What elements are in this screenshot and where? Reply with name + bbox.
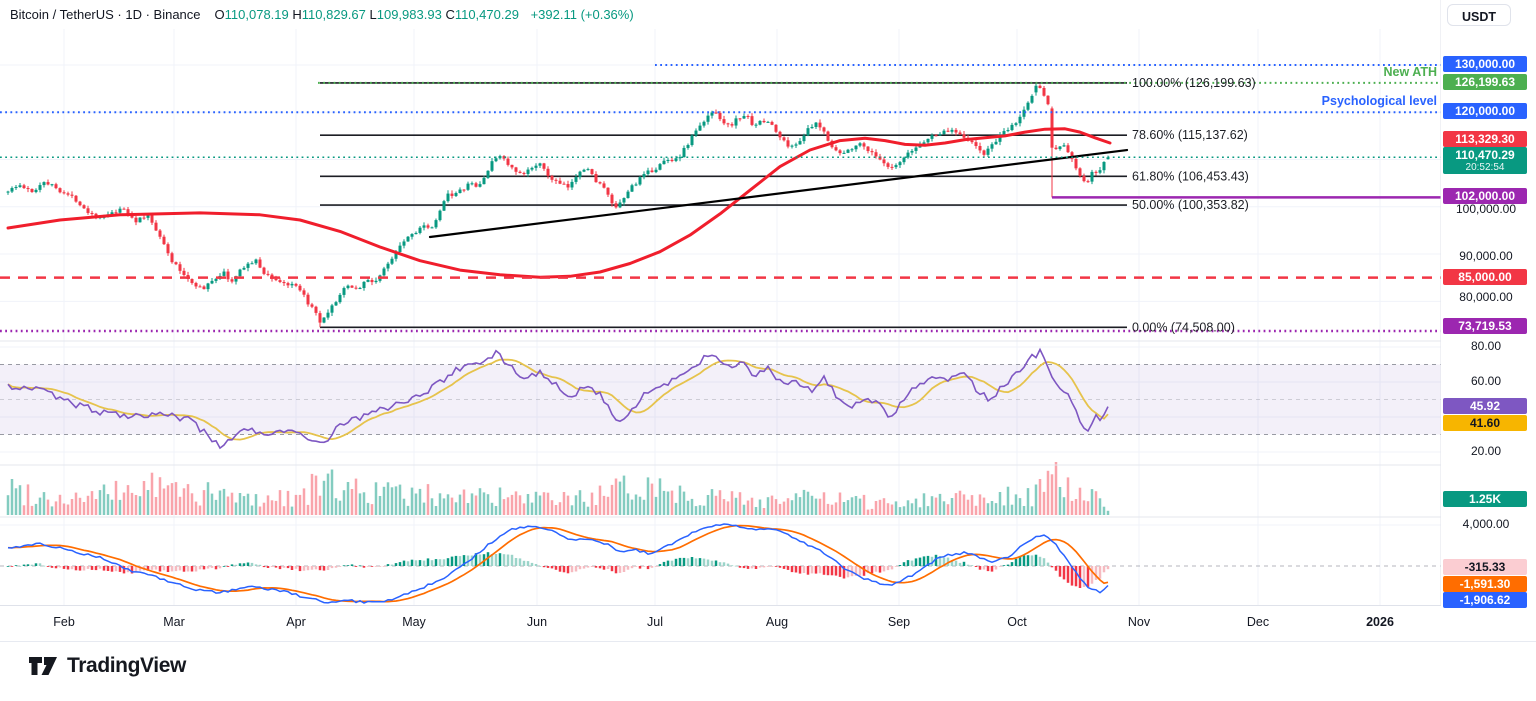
price-scale-label: 80,000.00 (1459, 290, 1513, 304)
price-scale-label: 80.00 (1470, 339, 1502, 353)
time-axis-label: Sep (887, 615, 911, 629)
volume-bars (6, 462, 1110, 515)
price-scale-badge: 45.92 (1443, 398, 1527, 414)
change-value: +392.11 (+0.36%) (530, 7, 634, 22)
time-axis-label: Jun (526, 615, 548, 629)
time-axis-label: Oct (1007, 615, 1027, 629)
time-axis-label: Feb (53, 615, 75, 629)
time-axis-label: 2026 (1366, 615, 1394, 629)
fib-label: 61.80% (106,453.43) (1132, 169, 1249, 183)
price-scale-label: 60.00 (1470, 374, 1502, 388)
price-scale-badge: -315.33 (1443, 559, 1527, 575)
time-axis-label: Dec (1246, 615, 1270, 629)
time-axis-label: Mar (163, 615, 185, 629)
symbol-header[interactable]: Bitcoin / TetherUS · 1D · Binance O110,0… (10, 7, 634, 22)
price-scale-label: 4,000.00 (1462, 517, 1510, 531)
price-scale-label: 20.00 (1470, 444, 1502, 458)
tradingview-chart-window: Bitcoin / TetherUS · 1D · Binance O110,0… (0, 0, 1536, 701)
fib-label: 78.60% (115,137.62) (1132, 128, 1248, 142)
tradingview-logo-text: TradingView (67, 654, 186, 677)
price-scale-badge: 102,000.00 (1443, 188, 1527, 204)
price-scale-label: 100,000.00 (1455, 202, 1517, 216)
tradingview-logo[interactable]: TradingView (28, 653, 186, 679)
currency-toggle-button[interactable]: USDT (1447, 4, 1511, 26)
psychological-label: Psychological level (1322, 94, 1437, 108)
trendline[interactable] (428, 148, 1129, 239)
fib-label: 0.00% (74,508.00) (1132, 320, 1235, 334)
price-scale-badge: 113,329.30 (1443, 131, 1527, 147)
price-scale-badge: -1,906.62 (1443, 592, 1527, 608)
fib-label: 100.00% (126,199.63) (1132, 76, 1256, 90)
price-scale-badge: 120,000.00 (1443, 103, 1527, 119)
ohlc-values: O110,078.19 H110,829.67 L109,983.93 C110… (214, 7, 519, 22)
price-scale-badge: 73,719.53 (1443, 318, 1527, 334)
symbol-title[interactable]: Bitcoin / TetherUS · 1D · Binance (10, 7, 201, 22)
price-scale-badge: 126,199.63 (1443, 74, 1527, 90)
price-scale[interactable]: 100,000.00 90,000.00 80,000.00 80.00 60.00 20… (1441, 0, 1536, 641)
price-scale-badge: 41.60 (1443, 415, 1527, 431)
time-axis-label: Aug (765, 615, 789, 629)
price-scale-label: 90,000.00 (1459, 249, 1513, 263)
price-scale-badge: -1,591.30 (1443, 576, 1527, 592)
fib-label: 50.00% (100,353.82) (1132, 198, 1249, 212)
tradingview-logo-icon (29, 657, 57, 675)
time-axis-label: Nov (1127, 615, 1151, 629)
time-axis[interactable]: Feb Mar Apr May Jun Jul Aug Sep Oct Nov Dec 2026 (0, 605, 1536, 642)
time-axis-label: May (402, 615, 426, 629)
price-scale-badge: 130,000.00 (1443, 56, 1527, 72)
price-chart-canvas[interactable]: 100.00% (126,199.63) 78.60% (115,137.62) 6… (0, 0, 1536, 641)
price-scale-badge: 85,000.00 (1443, 269, 1527, 285)
price-scale-badge: 110,470.29 20:52:54 (1443, 147, 1527, 174)
time-axis-label: Jul (647, 615, 663, 629)
price-scale-badge: 1.25K (1443, 491, 1527, 507)
new-ath-label: New ATH (1384, 65, 1437, 79)
time-axis-label: Apr (286, 615, 306, 629)
